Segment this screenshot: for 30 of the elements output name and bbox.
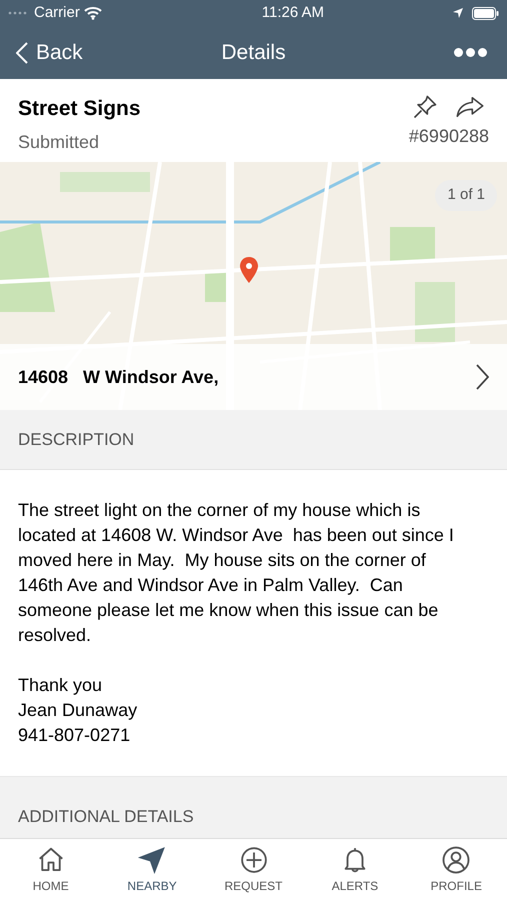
battery-icon bbox=[472, 6, 499, 20]
request-status: Submitted bbox=[18, 130, 100, 154]
back-button[interactable]: Back bbox=[16, 36, 116, 68]
signature-line: Thank you bbox=[18, 674, 104, 697]
signature-line: 941-807-0271 bbox=[18, 724, 132, 747]
description-text: The street light on the corner of my house which is located at 14608 W. Windsor Ave has been out since I moved here in May. My house sits on the corner of 146th Ave and Windsor Ave in Palm Valley. Can someone please let me know when this issue can be resolved. bbox=[18, 499, 455, 647]
request-title: Street Signs bbox=[18, 96, 141, 122]
tab-item[interactable]: ALERTS bbox=[304, 839, 406, 900]
tab-item[interactable]: NEARBY bbox=[101, 839, 203, 900]
description-heading: DESCRIPTION bbox=[18, 428, 134, 451]
status-time: 11:26 AM bbox=[260, 2, 324, 23]
screen-title: Details bbox=[221, 40, 286, 66]
tab-item[interactable]: PROFILE bbox=[406, 839, 507, 900]
navigation-arrow-icon bbox=[137, 844, 168, 874]
pushpin-icon bbox=[411, 93, 439, 121]
additional-details-heading: ADDITIONAL DETAILS bbox=[18, 806, 194, 828]
location-arrow-icon bbox=[452, 7, 464, 19]
wifi-icon bbox=[84, 6, 102, 20]
plus-circle-icon bbox=[238, 844, 269, 874]
chevron-right-icon bbox=[475, 364, 489, 390]
tab-item[interactable]: HOME bbox=[0, 839, 102, 900]
carrier-label: Carrier bbox=[34, 2, 80, 23]
address-row[interactable]: 14608 W Windsor Ave, bbox=[0, 344, 507, 410]
pin-button[interactable] bbox=[411, 93, 439, 121]
profile-icon bbox=[441, 844, 472, 874]
request-number: #6990288 bbox=[408, 125, 489, 148]
tab-item[interactable]: REQUEST bbox=[202, 839, 304, 900]
image-counter: 1 of 1 bbox=[435, 180, 497, 210]
chevron-left-icon bbox=[16, 42, 28, 64]
signature-line: Jean Dunaway bbox=[18, 699, 138, 722]
